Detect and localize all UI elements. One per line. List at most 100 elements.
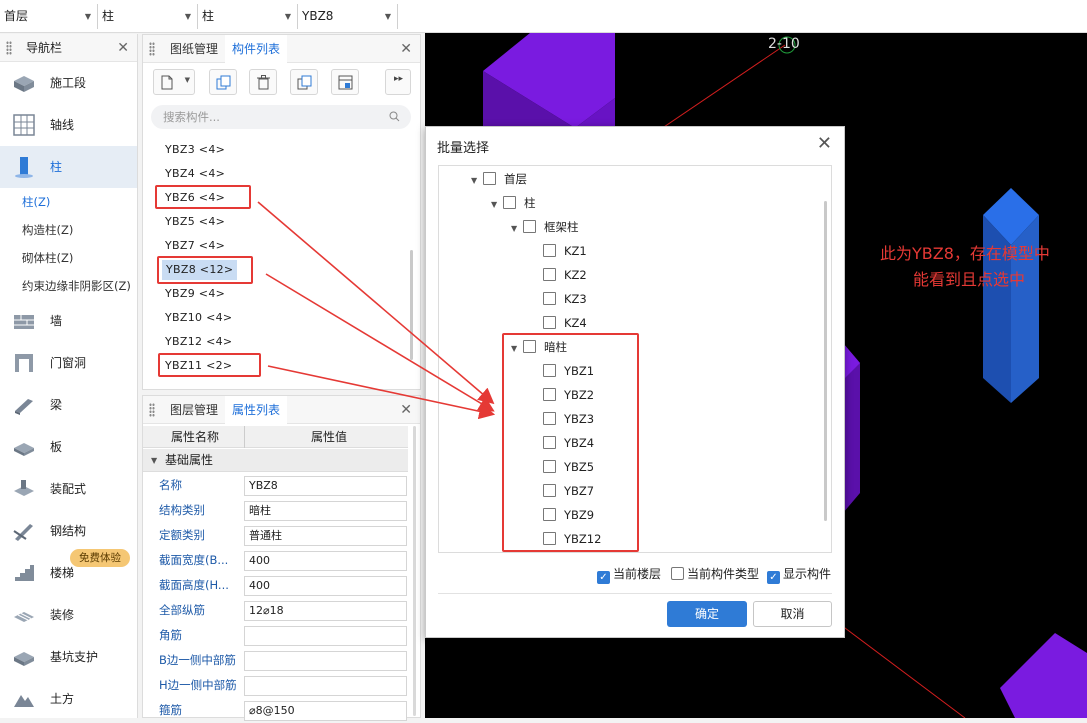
current-floor-option[interactable]: ✓ 当前楼层 [597, 567, 661, 584]
tab-layer-management[interactable]: 图层管理 [163, 396, 225, 424]
category-select[interactable]: 柱 ▼ [98, 4, 198, 29]
search-input[interactable]: 搜索构件... [151, 105, 411, 129]
property-name: 截面高度(H... [159, 578, 229, 592]
drag-handle-icon[interactable] [149, 403, 155, 417]
drag-handle-icon[interactable] [6, 41, 12, 55]
floor-select[interactable]: 首层 ▼ [0, 4, 98, 29]
chevron-down-icon[interactable]: ▼ [511, 217, 523, 241]
column-header-value: 属性值 [311, 430, 348, 444]
nav-item-column[interactable]: 柱 [0, 146, 137, 188]
nav-item-beam[interactable]: 梁 [0, 384, 137, 426]
copy-component-button[interactable] [209, 69, 237, 95]
property-value-field[interactable] [244, 651, 407, 671]
checkbox[interactable] [543, 316, 556, 329]
property-value-field[interactable] [244, 676, 407, 696]
sub-item-column-z[interactable]: 柱(Z) [0, 188, 137, 216]
subcategory-select[interactable]: 柱 ▼ [198, 4, 298, 29]
navigation-panel: 导航栏 ✕ 施工段 轴线 柱 柱(Z) 构造柱(Z) 砌体柱(Z) 约束边缘非阴… [0, 34, 138, 718]
tree-leaf[interactable]: KZ3 [543, 287, 587, 311]
checkbox[interactable] [671, 567, 684, 580]
component-select[interactable]: YBZ8 ▼ [298, 4, 398, 29]
property-value-field[interactable]: 400 [244, 551, 407, 571]
nav-item-construction-section[interactable]: 施工段 [0, 62, 137, 104]
close-icon[interactable]: ✕ [400, 35, 412, 63]
checkbox[interactable] [543, 244, 556, 257]
checkbox[interactable] [543, 268, 556, 281]
nav-item-earthwork[interactable]: 土方 [0, 678, 137, 720]
tree-leaf[interactable]: KZ2 [543, 263, 587, 287]
list-item[interactable]: YBZ12 <4> [165, 332, 232, 352]
tree-leaf-label: KZ3 [564, 292, 587, 306]
option-label: 当前构件类型 [687, 567, 760, 581]
property-value-field[interactable]: 暗柱 [244, 501, 407, 521]
list-item[interactable]: YBZ4 <4> [165, 164, 225, 184]
property-name: B边一侧中部筋 [159, 653, 236, 667]
scrollbar[interactable] [413, 426, 416, 716]
layers-copy-icon [297, 75, 312, 90]
nav-item-grid-axis[interactable]: 轴线 [0, 104, 137, 146]
list-item[interactable]: YBZ9 <4> [165, 284, 225, 304]
scrollbar[interactable] [824, 201, 827, 521]
property-value-field[interactable]: 普通柱 [244, 526, 407, 546]
nav-item-steel-structure[interactable]: 钢结构 [0, 510, 137, 552]
tab-component-list[interactable]: 构件列表 [225, 35, 288, 63]
tab-property-list[interactable]: 属性列表 [225, 396, 288, 424]
nav-item-door-window[interactable]: 门窗洞 [0, 342, 137, 384]
drag-handle-icon[interactable] [149, 42, 155, 56]
nav-item-slab[interactable]: 板 [0, 426, 137, 468]
new-component-button[interactable]: ▼ [153, 69, 195, 95]
layer-setting-button[interactable] [331, 69, 359, 95]
nav-item-prefab[interactable]: 装配式 [0, 468, 137, 510]
property-value-field[interactable] [244, 626, 407, 646]
more-icon: ▸▸ [394, 74, 404, 84]
property-group-basic[interactable]: ▼ 基础属性 [143, 449, 408, 472]
list-item[interactable]: YBZ5 <4> [165, 212, 225, 232]
cancel-button[interactable]: 取消 [753, 601, 832, 627]
checkbox-checked-icon[interactable]: ✓ [767, 571, 780, 584]
tab-drawing-management[interactable]: 图纸管理 [163, 35, 225, 63]
close-icon[interactable]: ✕ [117, 34, 129, 62]
close-icon[interactable]: ✕ [817, 133, 832, 154]
tree-node-column[interactable]: ▼ 柱 [491, 191, 536, 215]
confirm-button[interactable]: 确定 [667, 601, 747, 627]
list-item[interactable]: YBZ7 <4> [165, 236, 225, 256]
checkbox[interactable] [503, 196, 516, 209]
delete-component-button[interactable] [249, 69, 277, 95]
tree-node-frame-column[interactable]: ▼ 框架柱 [511, 215, 579, 239]
checkbox-checked-icon[interactable]: ✓ [597, 571, 610, 584]
checkbox[interactable] [543, 292, 556, 305]
more-tools-button[interactable]: ▸▸ [385, 69, 411, 95]
list-item[interactable]: YBZ3 <4> [165, 140, 225, 160]
property-value-field[interactable]: YBZ8 [244, 476, 407, 496]
close-icon[interactable]: ✕ [400, 396, 412, 424]
free-trial-badge[interactable]: 免费体验 [70, 549, 130, 567]
divider [244, 426, 245, 448]
current-type-option[interactable]: 当前构件类型 [671, 567, 759, 581]
property-value-field[interactable]: 12⌀18 [244, 601, 407, 621]
show-components-option[interactable]: ✓ 显示构件 [767, 567, 831, 584]
sub-item-masonry-column[interactable]: 砌体柱(Z) [0, 244, 137, 272]
property-value-field[interactable]: ⌀8@150 [244, 701, 407, 721]
tree-leaf[interactable]: KZ1 [543, 239, 587, 263]
chevron-down-icon: ▼ [184, 12, 191, 21]
component-tree: ▼ 首层 ▼ 柱 ▼ 框架柱 KZ1 KZ2 KZ3 KZ4 ▼ 暗柱 YBZ1 YBZ… [438, 165, 832, 553]
checkbox[interactable] [523, 220, 536, 233]
tree-node-floor[interactable]: ▼ 首层 [471, 167, 527, 191]
list-item[interactable]: YBZ10 <4> [165, 308, 232, 328]
tree-leaf[interactable]: KZ4 [543, 311, 587, 335]
nav-item-foundation-pit[interactable]: 基坑支护 [0, 636, 137, 678]
dialog-title: 批量选择 [437, 141, 490, 156]
nav-item-wall[interactable]: 墙 [0, 300, 137, 342]
sub-item-constraint-edge[interactable]: 约束边缘非阴影区(Z) [0, 272, 137, 300]
nav-item-decoration[interactable]: 装修 [0, 594, 137, 636]
sub-item-constructional-column[interactable]: 构造柱(Z) [0, 216, 137, 244]
checkbox[interactable] [483, 172, 496, 185]
property-value-field[interactable]: 400 [244, 576, 407, 596]
chevron-down-icon[interactable]: ▼ [491, 193, 503, 217]
search-icon[interactable] [389, 111, 400, 122]
copy-to-floor-button[interactable] [290, 69, 318, 95]
floor-select-value: 首层 [4, 9, 29, 23]
chevron-down-icon[interactable]: ▼ [471, 169, 483, 193]
scrollbar[interactable] [410, 250, 413, 360]
nav-item-label: 轴线 [50, 118, 75, 132]
